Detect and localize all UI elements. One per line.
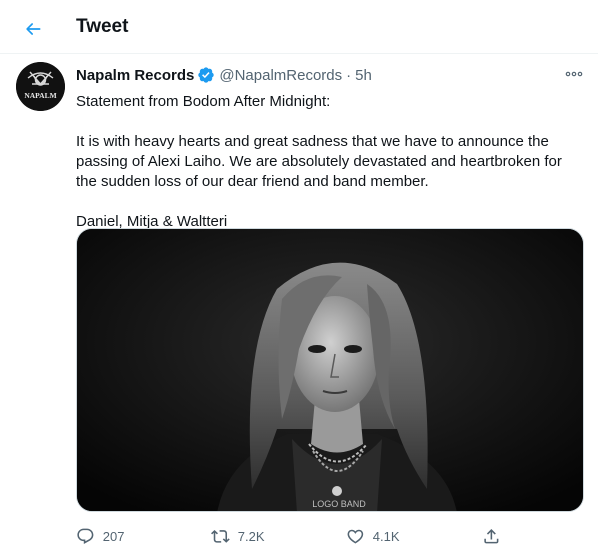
tweet-author-row: Napalm Records @NapalmRecords · 5h — [76, 66, 372, 84]
heart-icon — [347, 529, 364, 544]
separator-dot: · — [346, 66, 352, 84]
like-button[interactable]: 4.1K — [346, 524, 400, 548]
author-handle[interactable]: @NapalmRecords — [219, 67, 342, 84]
tweet-actions: 207 7.2K 4.1K — [76, 524, 588, 548]
reply-count: 207 — [102, 528, 125, 544]
more-options-button[interactable] — [560, 64, 588, 84]
reply-icon — [77, 528, 94, 544]
napalm-records-logo: NAPALM — [16, 62, 65, 111]
share-button[interactable] — [482, 524, 501, 548]
author-name[interactable]: Napalm Records — [76, 67, 194, 84]
retweet-icon — [211, 529, 230, 543]
portrait-photo: LOGO BAND — [77, 229, 583, 511]
shirt-logo-text: LOGO BAND — [312, 499, 366, 509]
reply-button[interactable]: 207 — [76, 524, 124, 548]
tweet: NAPALM Napalm Records @NapalmRecords · 5… — [0, 54, 598, 553]
tweet-text-line: It is with heavy hearts and great sadnes… — [76, 133, 562, 190]
retweet-count: 7.2K — [237, 528, 265, 544]
page-title: Tweet — [76, 16, 129, 37]
avatar-logo-text: NAPALM — [24, 91, 56, 100]
like-count: 4.1K — [372, 528, 400, 544]
retweet-button[interactable]: 7.2K — [211, 524, 265, 548]
more-horizontal-icon — [565, 71, 583, 77]
tweet-text: Statement from Bodom After Midnight: It … — [76, 92, 586, 232]
tweet-header: Tweet — [0, 0, 598, 54]
arrow-left-icon — [26, 23, 41, 35]
tweet-text-line: Statement from Bodom After Midnight: — [76, 93, 331, 110]
back-button[interactable] — [16, 12, 50, 46]
tweet-timestamp[interactable]: 5h — [355, 67, 372, 84]
share-icon — [484, 528, 499, 544]
verified-badge-icon — [197, 66, 215, 84]
avatar[interactable]: NAPALM — [16, 62, 65, 111]
tweet-media-photo[interactable]: LOGO BAND — [76, 228, 584, 512]
